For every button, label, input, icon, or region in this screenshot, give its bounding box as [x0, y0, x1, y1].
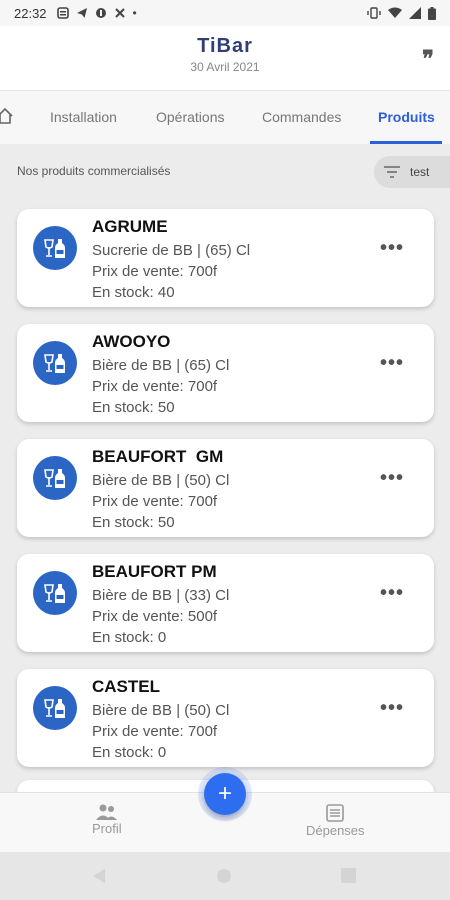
product-stock: En stock: 0 [92, 629, 167, 646]
more-options-icon[interactable]: ••• [380, 237, 404, 260]
status-time: 22:32 [14, 5, 47, 21]
recents-icon[interactable] [341, 868, 356, 883]
product-type: Bière de BB | (65) Cl [92, 357, 230, 374]
product-stock: En stock: 0 [92, 744, 167, 761]
tab-commandes[interactable]: Commandes [262, 109, 341, 125]
tab-bar: Installation Opérations Commandes Produi… [0, 90, 450, 144]
product-card[interactable]: BEAUFORT GM Bière de BB | (50) Cl Prix d… [17, 439, 434, 537]
product-price: Prix de vente: 700f [92, 263, 218, 280]
product-price: Prix de vente: 700f [92, 378, 218, 395]
notification-icons: • [56, 6, 137, 20]
product-stock: En stock: 50 [92, 399, 175, 416]
app-header: TiBar 30 Avril 2021 ❞ [0, 26, 450, 90]
battery-icon [428, 6, 436, 20]
nav-profil-label: Profil [92, 821, 122, 836]
product-type: Bière de BB | (33) Cl [92, 587, 230, 604]
app-title: TiBar [197, 35, 253, 57]
people-icon [95, 804, 117, 820]
product-avatar [33, 341, 77, 385]
system-icons [367, 6, 436, 20]
product-card[interactable]: AGRUME Sucrerie de BB | (65) Cl Prix de … [17, 209, 434, 307]
home-circle-icon[interactable] [216, 868, 232, 884]
more-options-icon[interactable]: ••• [380, 467, 404, 490]
bottle-glass-icon [44, 584, 65, 603]
product-card[interactable]: BEAUFORT PM Bière de BB | (33) Cl Prix d… [17, 554, 434, 652]
product-name: AWOOYO [92, 332, 171, 351]
bottle-glass-icon [44, 239, 65, 258]
wifi-icon [388, 7, 402, 18]
system-nav-bar [0, 852, 450, 900]
vibrate-icon [367, 7, 381, 19]
vpn-icon [95, 8, 106, 18]
product-card[interactable]: CASTEL Bière de BB | (50) Cl Prix de ven… [17, 669, 434, 767]
bottle-glass-icon [44, 469, 65, 488]
bottle-glass-icon [44, 354, 65, 373]
filter-icon [384, 166, 400, 178]
receipt-icon [326, 804, 345, 822]
product-name: AGRUME [92, 217, 168, 236]
section-title: Nos produits commercialisés [17, 164, 171, 178]
status-bar: 22:32 • [0, 0, 450, 26]
product-price: Prix de vente: 500f [92, 608, 218, 625]
nav-depenses[interactable]: Dépenses [306, 803, 365, 838]
quote-icon[interactable]: ❞ [422, 46, 434, 72]
header-date: 30 Avril 2021 [190, 60, 260, 74]
nav-profil[interactable]: Profil [92, 803, 122, 836]
more-options-icon[interactable]: ••• [380, 582, 404, 605]
product-stock: En stock: 50 [92, 514, 175, 531]
more-options-icon[interactable]: ••• [380, 352, 404, 375]
product-avatar [33, 571, 77, 615]
product-avatar [33, 686, 77, 730]
signal-icon [409, 7, 421, 19]
product-avatar [33, 226, 77, 270]
more-options-icon[interactable]: ••• [380, 697, 404, 720]
product-avatar [33, 456, 77, 500]
product-price: Prix de vente: 700f [92, 493, 218, 510]
product-stock: En stock: 40 [92, 284, 175, 301]
product-card[interactable]: AWOOYO Bière de BB | (65) Cl Prix de ven… [17, 324, 434, 422]
product-type: Bière de BB | (50) Cl [92, 472, 230, 489]
tab-produits[interactable]: Produits [378, 109, 435, 125]
filter-chip[interactable]: test [374, 156, 450, 188]
tools-icon [114, 8, 125, 18]
filter-label: test [410, 165, 430, 179]
product-name: BEAUFORT PM [92, 562, 217, 581]
product-name: BEAUFORT GM [92, 447, 224, 466]
plus-icon: + [217, 780, 232, 807]
tab-installation[interactable]: Installation [50, 109, 117, 125]
product-list: AGRUME Sucrerie de BB | (65) Cl Prix de … [17, 209, 434, 784]
back-icon[interactable] [92, 868, 106, 884]
status-dot: • [132, 6, 137, 20]
telegram-icon [76, 8, 87, 18]
bottle-glass-icon [44, 699, 65, 718]
product-name: CASTEL [92, 677, 160, 696]
product-type: Bière de BB | (50) Cl [92, 702, 230, 719]
product-price: Prix de vente: 700f [92, 723, 218, 740]
add-product-button[interactable]: + [204, 773, 246, 815]
nav-depenses-label: Dépenses [306, 823, 365, 838]
section-bar: Nos produits commercialisés test [0, 144, 450, 200]
home-icon[interactable] [0, 107, 14, 125]
tab-operations[interactable]: Opérations [156, 109, 224, 125]
product-type: Sucrerie de BB | (65) Cl [92, 242, 251, 259]
notification-app-icon [56, 7, 69, 19]
